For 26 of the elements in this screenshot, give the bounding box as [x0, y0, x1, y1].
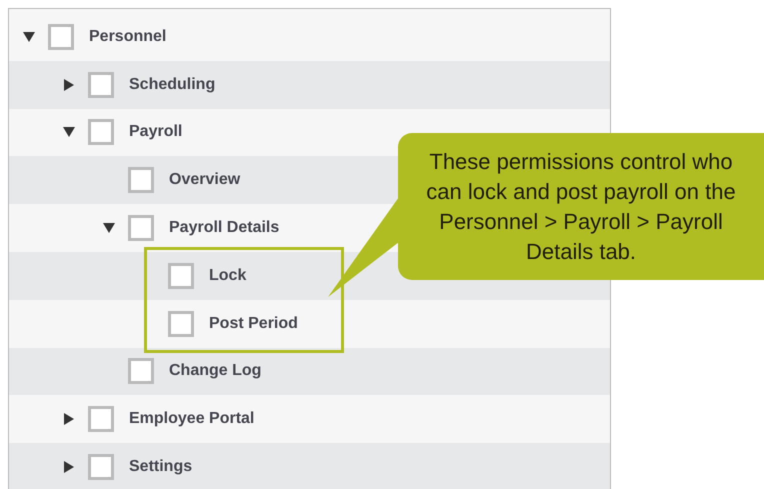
checkbox[interactable]	[88, 72, 114, 98]
tree-item-label[interactable]: Scheduling	[129, 76, 216, 94]
caret-right-icon[interactable]	[63, 413, 75, 426]
checkbox[interactable]	[88, 454, 114, 480]
tree-item-label[interactable]: Post Period	[209, 314, 298, 333]
checkbox[interactable]	[128, 167, 154, 194]
tree-item-label[interactable]: Lock	[209, 266, 246, 285]
checkbox[interactable]	[168, 262, 194, 289]
tree-item-label[interactable]: Personnel	[89, 28, 166, 46]
tree-item-label[interactable]: Payroll Details	[169, 219, 280, 238]
checkbox[interactable]	[88, 119, 114, 146]
caret-down-icon[interactable]	[103, 222, 115, 234]
checkbox[interactable]	[128, 215, 154, 242]
caret-right-icon[interactable]	[63, 461, 75, 474]
tree-item-label[interactable]: Overview	[169, 171, 240, 190]
tree-item-label[interactable]: Change Log	[169, 362, 262, 380]
caret-right-icon[interactable]	[63, 78, 75, 91]
caret-down-icon[interactable]	[23, 30, 35, 43]
checkbox[interactable]	[168, 310, 194, 337]
tree-item-label[interactable]: Payroll	[129, 123, 182, 142]
tree-item-label[interactable]: Settings	[129, 458, 192, 476]
checkbox[interactable]	[48, 24, 74, 50]
tree-item-label[interactable]: Employee Portal	[129, 410, 254, 428]
checkbox[interactable]	[88, 406, 114, 432]
caret-down-icon[interactable]	[63, 126, 75, 138]
checkbox[interactable]	[128, 358, 154, 384]
